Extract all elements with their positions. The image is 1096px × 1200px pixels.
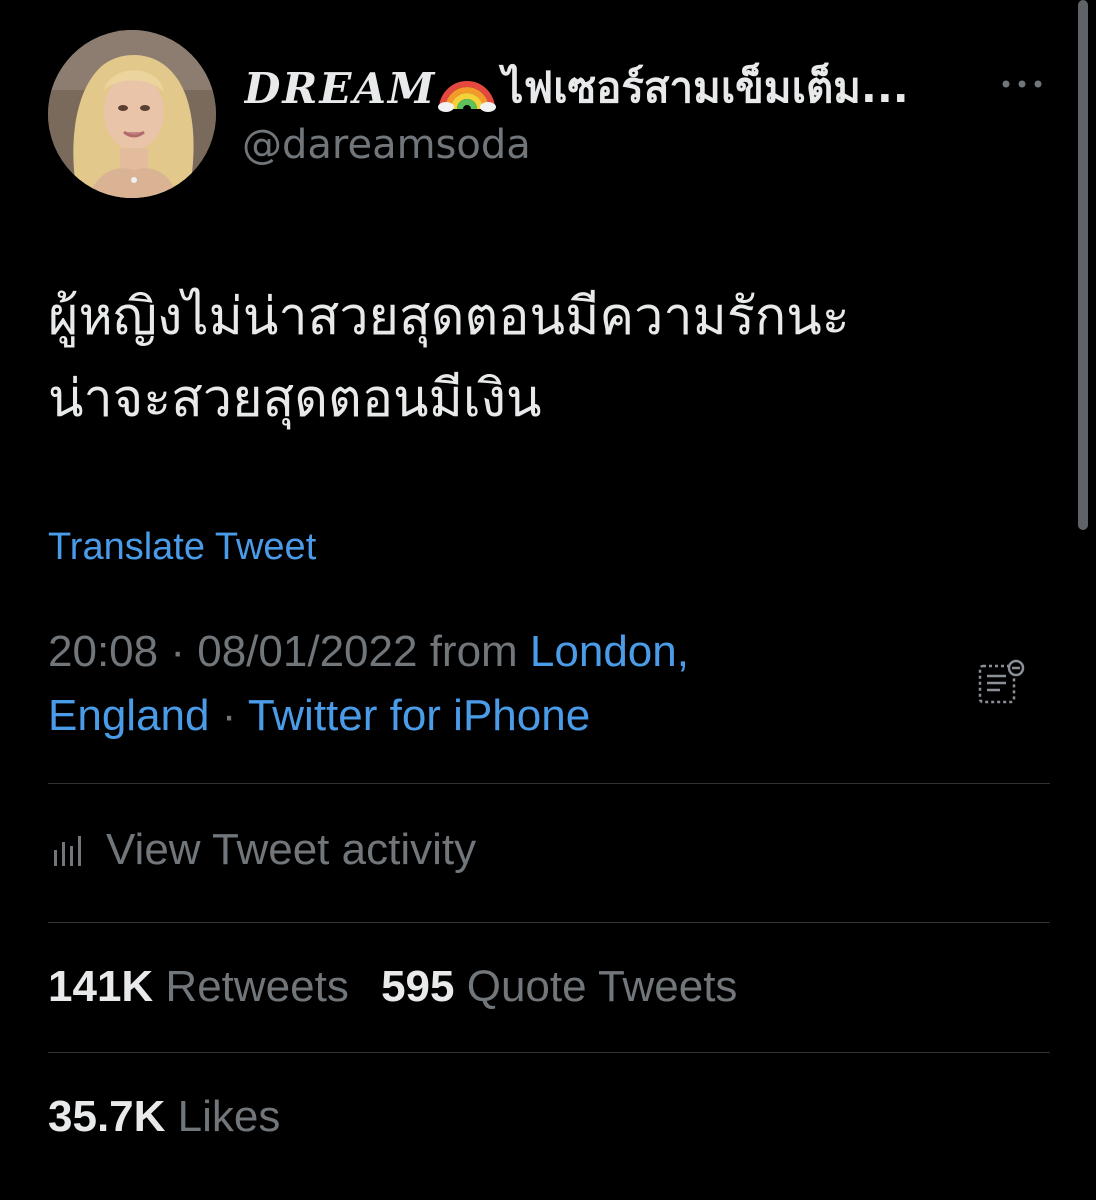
tweet-text: ผู้หญิงไม่น่าสวยสุดตอนมีความรักนะ น่าจะส… bbox=[48, 276, 1048, 440]
quote-tweets-count: 595 bbox=[381, 962, 455, 1011]
divider bbox=[48, 1052, 1050, 1053]
separator-dot: · bbox=[221, 691, 237, 740]
tweet-date: 08/01/2022 bbox=[197, 627, 418, 676]
tweet-text-line-1: ผู้หญิงไม่น่าสวยสุดตอนมีความรักนะ bbox=[48, 287, 850, 347]
location-link-part-2[interactable]: England bbox=[48, 691, 209, 740]
retweets-label: Retweets bbox=[165, 962, 349, 1011]
likes-count: 35.7K bbox=[48, 1092, 166, 1141]
user-handle[interactable]: @dareamsoda bbox=[242, 122, 531, 168]
location-link-part-1[interactable]: London, bbox=[530, 627, 689, 676]
display-name[interactable]: DREAM ไฟเซอร์สามเข็มเต็ม... bbox=[244, 60, 974, 116]
likes-label: Likes bbox=[177, 1092, 281, 1141]
community-notes-icon[interactable] bbox=[976, 658, 1026, 708]
retweets-stat[interactable]: 141K Retweets bbox=[48, 962, 361, 1011]
from-label: from bbox=[429, 627, 518, 676]
engagement-stats-row: 141K Retweets 595 Quote Tweets bbox=[48, 962, 737, 1012]
view-tweet-activity-button[interactable]: View Tweet activity bbox=[48, 820, 476, 880]
divider bbox=[48, 922, 1050, 923]
quote-tweets-label: Quote Tweets bbox=[466, 962, 738, 1011]
metadata-line-2: England · Twitter for iPhone bbox=[48, 684, 928, 748]
more-horizontal-icon[interactable] bbox=[998, 70, 1046, 98]
retweets-count: 141K bbox=[48, 962, 154, 1011]
tweet-metadata: 20:08 · 08/01/2022 from London, England … bbox=[48, 620, 928, 748]
display-name-prefix: DREAM bbox=[244, 63, 437, 113]
quote-tweets-stat[interactable]: 595 Quote Tweets bbox=[381, 962, 737, 1011]
avatar[interactable] bbox=[48, 30, 216, 198]
metadata-line-1: 20:08 · 08/01/2022 from London, bbox=[48, 620, 928, 684]
scrollbar[interactable] bbox=[1078, 0, 1088, 530]
tweet-time: 20:08 bbox=[48, 627, 159, 676]
divider bbox=[48, 783, 1050, 784]
likes-stat[interactable]: 35.7K Likes bbox=[48, 1092, 280, 1141]
bar-chart-icon bbox=[48, 830, 88, 870]
view-tweet-activity-label: View Tweet activity bbox=[106, 825, 477, 874]
avatar-image bbox=[48, 30, 216, 198]
likes-stat-row: 35.7K Likes bbox=[48, 1092, 280, 1142]
client-link[interactable]: Twitter for iPhone bbox=[248, 691, 590, 740]
display-name-suffix: ไฟเซอร์สามเข็มเต็ม... bbox=[502, 63, 909, 112]
tweet-text-line-2: น่าจะสวยสุดตอนมีเงิน bbox=[48, 369, 542, 429]
separator-dot: · bbox=[170, 627, 185, 676]
translate-tweet-link[interactable]: Translate Tweet bbox=[48, 526, 316, 569]
rainbow-emoji-icon bbox=[438, 63, 497, 113]
